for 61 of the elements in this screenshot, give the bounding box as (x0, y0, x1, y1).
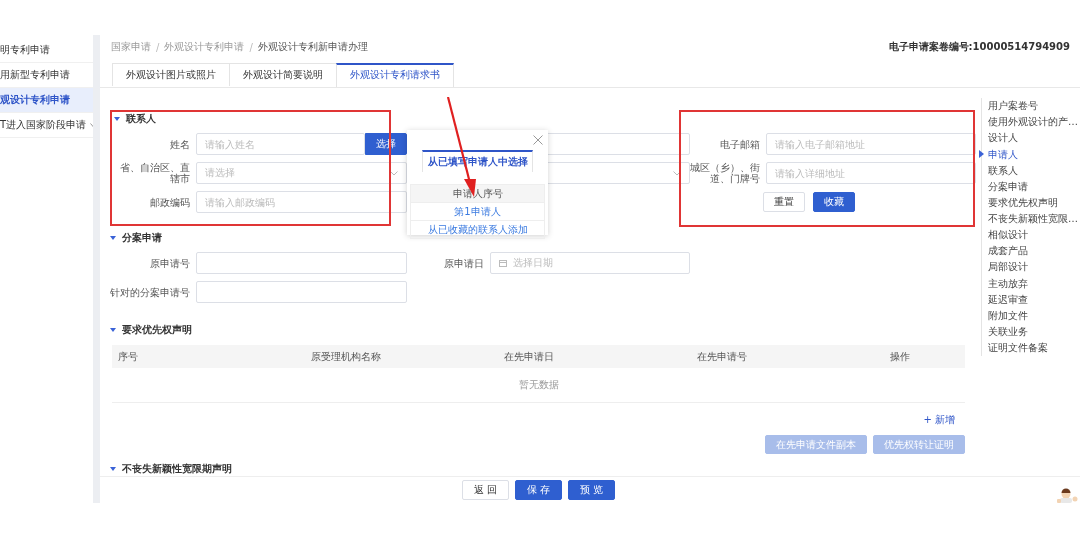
field-label: 城区（乡）、街道、门牌号 (690, 162, 760, 185)
anchor-link[interactable]: 使用外观设计的产… (988, 115, 1078, 130)
footer-button[interactable]: 保存 (514, 480, 562, 501)
chevron-icon (390, 170, 398, 176)
form-button[interactable]: 重置 (763, 192, 805, 213)
field-label: 姓名 (170, 138, 190, 150)
footer-button[interactable]: 预览 (567, 480, 615, 501)
anchor-link[interactable]: 成套产品 (988, 244, 1028, 259)
form-button[interactable]: 收藏 (813, 192, 855, 213)
anchor-link[interactable]: 证明文件备案 (988, 341, 1048, 355)
breadcrumb-separator: / (249, 41, 253, 53)
anchor-link[interactable]: 要求优先权声明 (988, 195, 1058, 210)
anchor-link[interactable]: 不丧失新颖性宽限… (988, 212, 1078, 226)
text-field[interactable] (196, 281, 407, 304)
anchor-link[interactable]: 局部设计 (988, 260, 1028, 275)
anchor-link[interactable]: 相似设计 (988, 228, 1028, 243)
section-title: 分案申请 (122, 231, 162, 246)
column-header: 原受理机构名称 (310, 349, 382, 364)
caret-icon[interactable] (110, 328, 116, 333)
case-number: 电子申请案卷编号:10000514794909 (888, 40, 1070, 55)
popup-option[interactable]: 第1申请人 (411, 202, 544, 220)
add-link[interactable]: + 新增 (923, 413, 955, 428)
field-label: 电子邮箱 (720, 138, 760, 150)
anchor-link[interactable]: 申请人 (988, 147, 1018, 162)
footer-button[interactable]: 返回 (461, 480, 509, 501)
anchor-link[interactable]: 设计人 (988, 131, 1018, 146)
field-label: 邮政编码 (150, 196, 190, 208)
anchor-link[interactable]: 联系人 (988, 163, 1018, 178)
anchor-link[interactable]: 分案申请 (988, 179, 1028, 194)
tab[interactable]: 外观设计图片或照片 (112, 63, 230, 87)
field-label: 省、自治区、直辖市 (120, 162, 190, 185)
calendar-icon (499, 259, 507, 268)
anchor-link[interactable]: 用户案卷号 (988, 99, 1038, 114)
section-title: 不丧失新颖性宽限期声明 (122, 462, 232, 477)
close-icon[interactable] (533, 135, 543, 145)
field-label: 原申请号 (150, 257, 190, 269)
mascot-icon (1057, 488, 1079, 503)
anchor-link[interactable]: 延迟审查 (988, 292, 1028, 307)
caret-icon[interactable] (114, 117, 120, 122)
chevron-icon (673, 170, 681, 176)
anchor-link[interactable]: 附加文件 (988, 308, 1028, 323)
breadcrumb-link[interactable]: 外观设计专利新申请办理 (257, 40, 368, 55)
empty-message: 暂无数据 (518, 378, 559, 393)
caret-icon[interactable] (110, 236, 116, 241)
caret-icon[interactable] (110, 467, 116, 472)
breadcrumb-separator: / (156, 41, 160, 53)
section-title: 要求优先权声明 (122, 323, 192, 338)
tab[interactable]: 外观设计专利请求书 (336, 63, 454, 88)
text-field[interactable]: 请输入姓名 (196, 133, 365, 156)
field-label: 原申请日 (444, 257, 484, 269)
field-label: 针对的分案申请号 (110, 286, 190, 298)
anchor-link[interactable]: 关联业务 (988, 324, 1028, 339)
column-header: 在先申请日 (503, 349, 555, 364)
section-title: 联系人 (126, 112, 156, 127)
anchor-link[interactable]: 主动放弃 (988, 276, 1028, 291)
sidebar-item[interactable]: 观设计专利申请 (0, 88, 93, 113)
column-header: 在先申请号 (696, 349, 748, 364)
popup-option[interactable]: 从已收藏的联系人添加 (411, 220, 544, 238)
text-field[interactable] (196, 252, 407, 275)
column-header: 操作 (889, 349, 911, 364)
column-header: 序号 (117, 349, 139, 364)
